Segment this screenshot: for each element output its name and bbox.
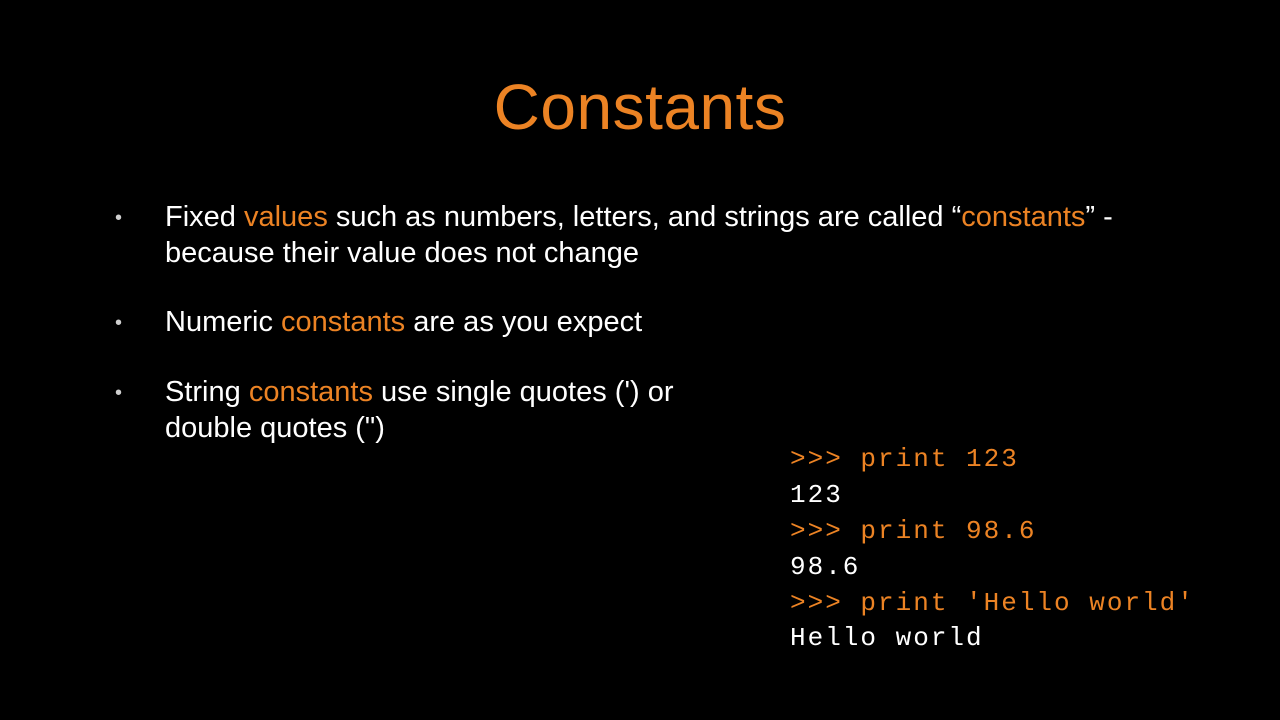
text-highlight: values xyxy=(244,201,328,233)
bullet-item: • Fixed values such as numbers, letters,… xyxy=(115,199,1190,272)
code-example: >>> print 123 123 >>> print 98.6 98.6 >>… xyxy=(790,442,1195,657)
code-line: >>> print 'Hello world' xyxy=(790,588,1195,618)
text-fragment: are as you expect xyxy=(405,306,642,338)
bullet-icon: • xyxy=(115,199,165,237)
text-highlight: constants xyxy=(249,376,373,408)
bullet-item: • Numeric constants are as you expect xyxy=(115,304,1190,342)
slide-title: Constants xyxy=(0,0,1280,144)
text-highlight: constants xyxy=(961,201,1085,233)
bullet-icon: • xyxy=(115,304,165,342)
code-line: >>> print 123 xyxy=(790,444,1019,474)
code-line: 98.6 xyxy=(790,552,860,582)
bullet-text: String constants use single quotes (') o… xyxy=(165,374,735,447)
bullet-text: Numeric constants are as you expect xyxy=(165,304,642,340)
code-line: >>> print 98.6 xyxy=(790,516,1036,546)
code-line: Hello world xyxy=(790,623,984,653)
code-line: 123 xyxy=(790,480,843,510)
bullet-item: • String constants use single quotes (')… xyxy=(115,374,1190,447)
text-fragment: String xyxy=(165,376,249,408)
text-fragment: Fixed xyxy=(165,201,244,233)
bullet-text: Fixed values such as numbers, letters, a… xyxy=(165,199,1190,272)
text-fragment: such as numbers, letters, and strings ar… xyxy=(328,201,961,233)
bullet-icon: • xyxy=(115,374,165,412)
bullet-list: • Fixed values such as numbers, letters,… xyxy=(0,199,1280,446)
text-highlight: constants xyxy=(281,306,405,338)
slide: Constants • Fixed values such as numbers… xyxy=(0,0,1280,720)
text-fragment: Numeric xyxy=(165,306,281,338)
